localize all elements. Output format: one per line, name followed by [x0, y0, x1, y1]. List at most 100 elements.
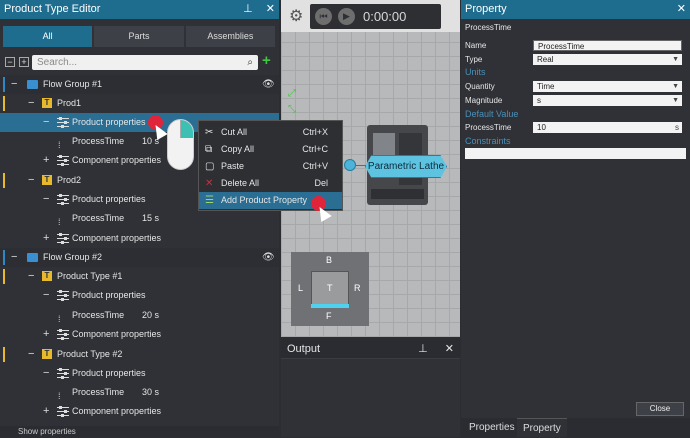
cube-face-back[interactable]: B [326, 255, 332, 265]
magnitude-select[interactable]: s ▼ [533, 95, 682, 106]
viewport-toolbar: ⚙ ⏮ ▶ 0:00:00 [281, 0, 460, 32]
close-icon[interactable]: ✕ [445, 343, 454, 355]
tab-all[interactable]: All [3, 26, 93, 47]
search-input[interactable]: Search... ⌕ [32, 55, 258, 70]
search-icon: ⌕ [247, 57, 253, 68]
tree-label: ProcessTime [72, 136, 125, 146]
collapse-icon[interactable]: − [28, 171, 34, 190]
play-icon[interactable]: ▶ [338, 8, 355, 25]
collapse-icon[interactable]: − [43, 190, 49, 209]
chevron-down-icon: ▼ [672, 56, 679, 63]
menu-label: Add Product Property [221, 195, 308, 205]
tree-label: Flow Group #1 [43, 79, 103, 89]
tree-label: ProcessTime [72, 213, 125, 223]
expand-icon[interactable]: + [43, 151, 49, 170]
viewport-side-icons: ⤢ ⤡ [288, 86, 296, 118]
expand-all-button[interactable]: + [19, 57, 29, 67]
tree-row-processtime-4[interactable]: ⁞ ProcessTime 30 s [0, 383, 279, 402]
quantity-select[interactable]: Time ▼ [533, 81, 682, 92]
type-select[interactable]: Real ▼ [533, 54, 682, 65]
add-icon[interactable]: + [262, 53, 271, 68]
output-title: Output [287, 343, 321, 355]
tree-label: Product properties [72, 368, 146, 378]
tree-row-flow-group-1[interactable]: − Flow Group #1 👁 [0, 75, 279, 94]
close-button[interactable]: Close [636, 402, 684, 416]
collapse-icon[interactable]: − [11, 248, 17, 267]
collapse-icon[interactable]: − [28, 94, 34, 113]
default-value-label: ProcessTime [465, 123, 512, 132]
menu-shortcut: Del [314, 178, 328, 188]
visibility-eye-icon[interactable]: 👁 [262, 75, 275, 94]
close-icon[interactable]: ✕ [266, 3, 275, 15]
reset-icon[interactable]: ⏮ [315, 8, 332, 25]
units-section-title: Units [465, 67, 486, 77]
collapse-all-button[interactable]: − [5, 57, 15, 67]
menu-item-paste[interactable]: ▢ Paste Ctrl+V [199, 158, 342, 175]
folder-icon [27, 80, 38, 89]
fit-view-icon[interactable]: ⤢ [288, 86, 296, 102]
cube-face-top[interactable]: T [327, 283, 333, 293]
cube-face-left[interactable]: L [298, 283, 303, 293]
product-type-icon: T [42, 271, 52, 281]
default-value-field[interactable]: 10 s [533, 122, 682, 133]
menu-item-delete-all[interactable]: ✕ Delete All Del [199, 175, 342, 192]
collapse-icon[interactable]: − [11, 75, 17, 94]
tree-row-processtime-2[interactable]: ⁞ ProcessTime 15 s [0, 209, 279, 228]
expand-icon[interactable]: + [43, 229, 49, 248]
collapse-icon[interactable]: − [43, 286, 49, 305]
property-titlebar: Property ✕ [461, 0, 690, 19]
constraints-section-title: Constraints [465, 136, 511, 146]
menu-item-cut-all[interactable]: ✂ Cut All Ctrl+X [199, 124, 342, 141]
tree-row-product-type-2[interactable]: − T Product Type #2 [0, 345, 279, 364]
collapse-icon[interactable]: − [43, 113, 49, 132]
tree-label: Product Type #1 [57, 271, 123, 281]
menu-item-copy-all[interactable]: ⧉ Copy All Ctrl+C [199, 141, 342, 158]
simulation-controls: ⏮ ▶ 0:00:00 [310, 4, 441, 29]
product-type-icon: T [42, 349, 52, 359]
tree-row-component-properties-2[interactable]: + Component properties [0, 229, 279, 248]
tab-properties[interactable]: Properties [463, 418, 521, 437]
fit-selection-icon[interactable]: ⤡ [288, 102, 296, 118]
component-callout[interactable]: Parametric Lathe [365, 155, 447, 178]
expand-icon[interactable]: + [43, 402, 49, 421]
tree-row-flow-group-2[interactable]: − Flow Group #2 👁 [0, 248, 279, 267]
pin-icon[interactable]: ⊥ [243, 3, 253, 15]
property-panel: Property ✕ ProcessTime Name ProcessTime … [461, 0, 690, 437]
properties-icon [57, 155, 69, 166]
cube-face-front[interactable]: F [326, 311, 332, 321]
menu-label: Paste [221, 161, 245, 171]
menu-shortcut: Ctrl+C [302, 144, 328, 154]
pin-icon[interactable]: ⊥ [418, 343, 428, 355]
tab-parts[interactable]: Parts [94, 26, 184, 47]
tree-row-product-properties-3[interactable]: − Product properties [0, 286, 279, 305]
tree-row-component-properties-3[interactable]: + Component properties [0, 325, 279, 344]
tab-assemblies[interactable]: Assemblies [185, 26, 275, 47]
visibility-eye-icon[interactable]: 👁 [262, 248, 275, 267]
connector-dot-icon[interactable] [344, 159, 356, 171]
collapse-icon[interactable]: − [43, 364, 49, 383]
constraints-field[interactable] [465, 148, 686, 159]
tree-row-product-type-1[interactable]: − T Product Type #1 [0, 267, 279, 286]
chevron-down-icon: ▼ [672, 97, 679, 104]
show-properties-toggle[interactable]: Show properties [0, 426, 279, 437]
gear-icon[interactable]: ⚙ [289, 6, 303, 26]
name-field[interactable]: ProcessTime [533, 40, 682, 51]
view-cube[interactable]: B L T R F [291, 252, 369, 326]
tree-row-processtime-3[interactable]: ⁞ ProcessTime 20 s [0, 306, 279, 325]
panel-title: Product Type Editor [4, 3, 101, 15]
tab-property[interactable]: Property [517, 418, 567, 437]
tree-row-prod1[interactable]: − T Prod1 [0, 94, 279, 113]
tree-label: Product Type #2 [57, 349, 123, 359]
tree-label: Prod2 [57, 175, 82, 185]
chevron-down-icon: ▼ [672, 83, 679, 90]
cube-face-right[interactable]: R [354, 283, 361, 293]
expand-icon[interactable]: + [43, 325, 49, 344]
properties-icon [57, 368, 69, 379]
tree-row-product-properties-4[interactable]: − Product properties [0, 364, 279, 383]
collapse-icon[interactable]: − [28, 267, 34, 286]
collapse-icon[interactable]: − [28, 345, 34, 364]
tree-row-component-properties-4[interactable]: + Component properties [0, 402, 279, 421]
tree-label: Component properties [72, 329, 162, 339]
close-icon[interactable]: ✕ [677, 3, 686, 15]
properties-icon [57, 406, 69, 417]
